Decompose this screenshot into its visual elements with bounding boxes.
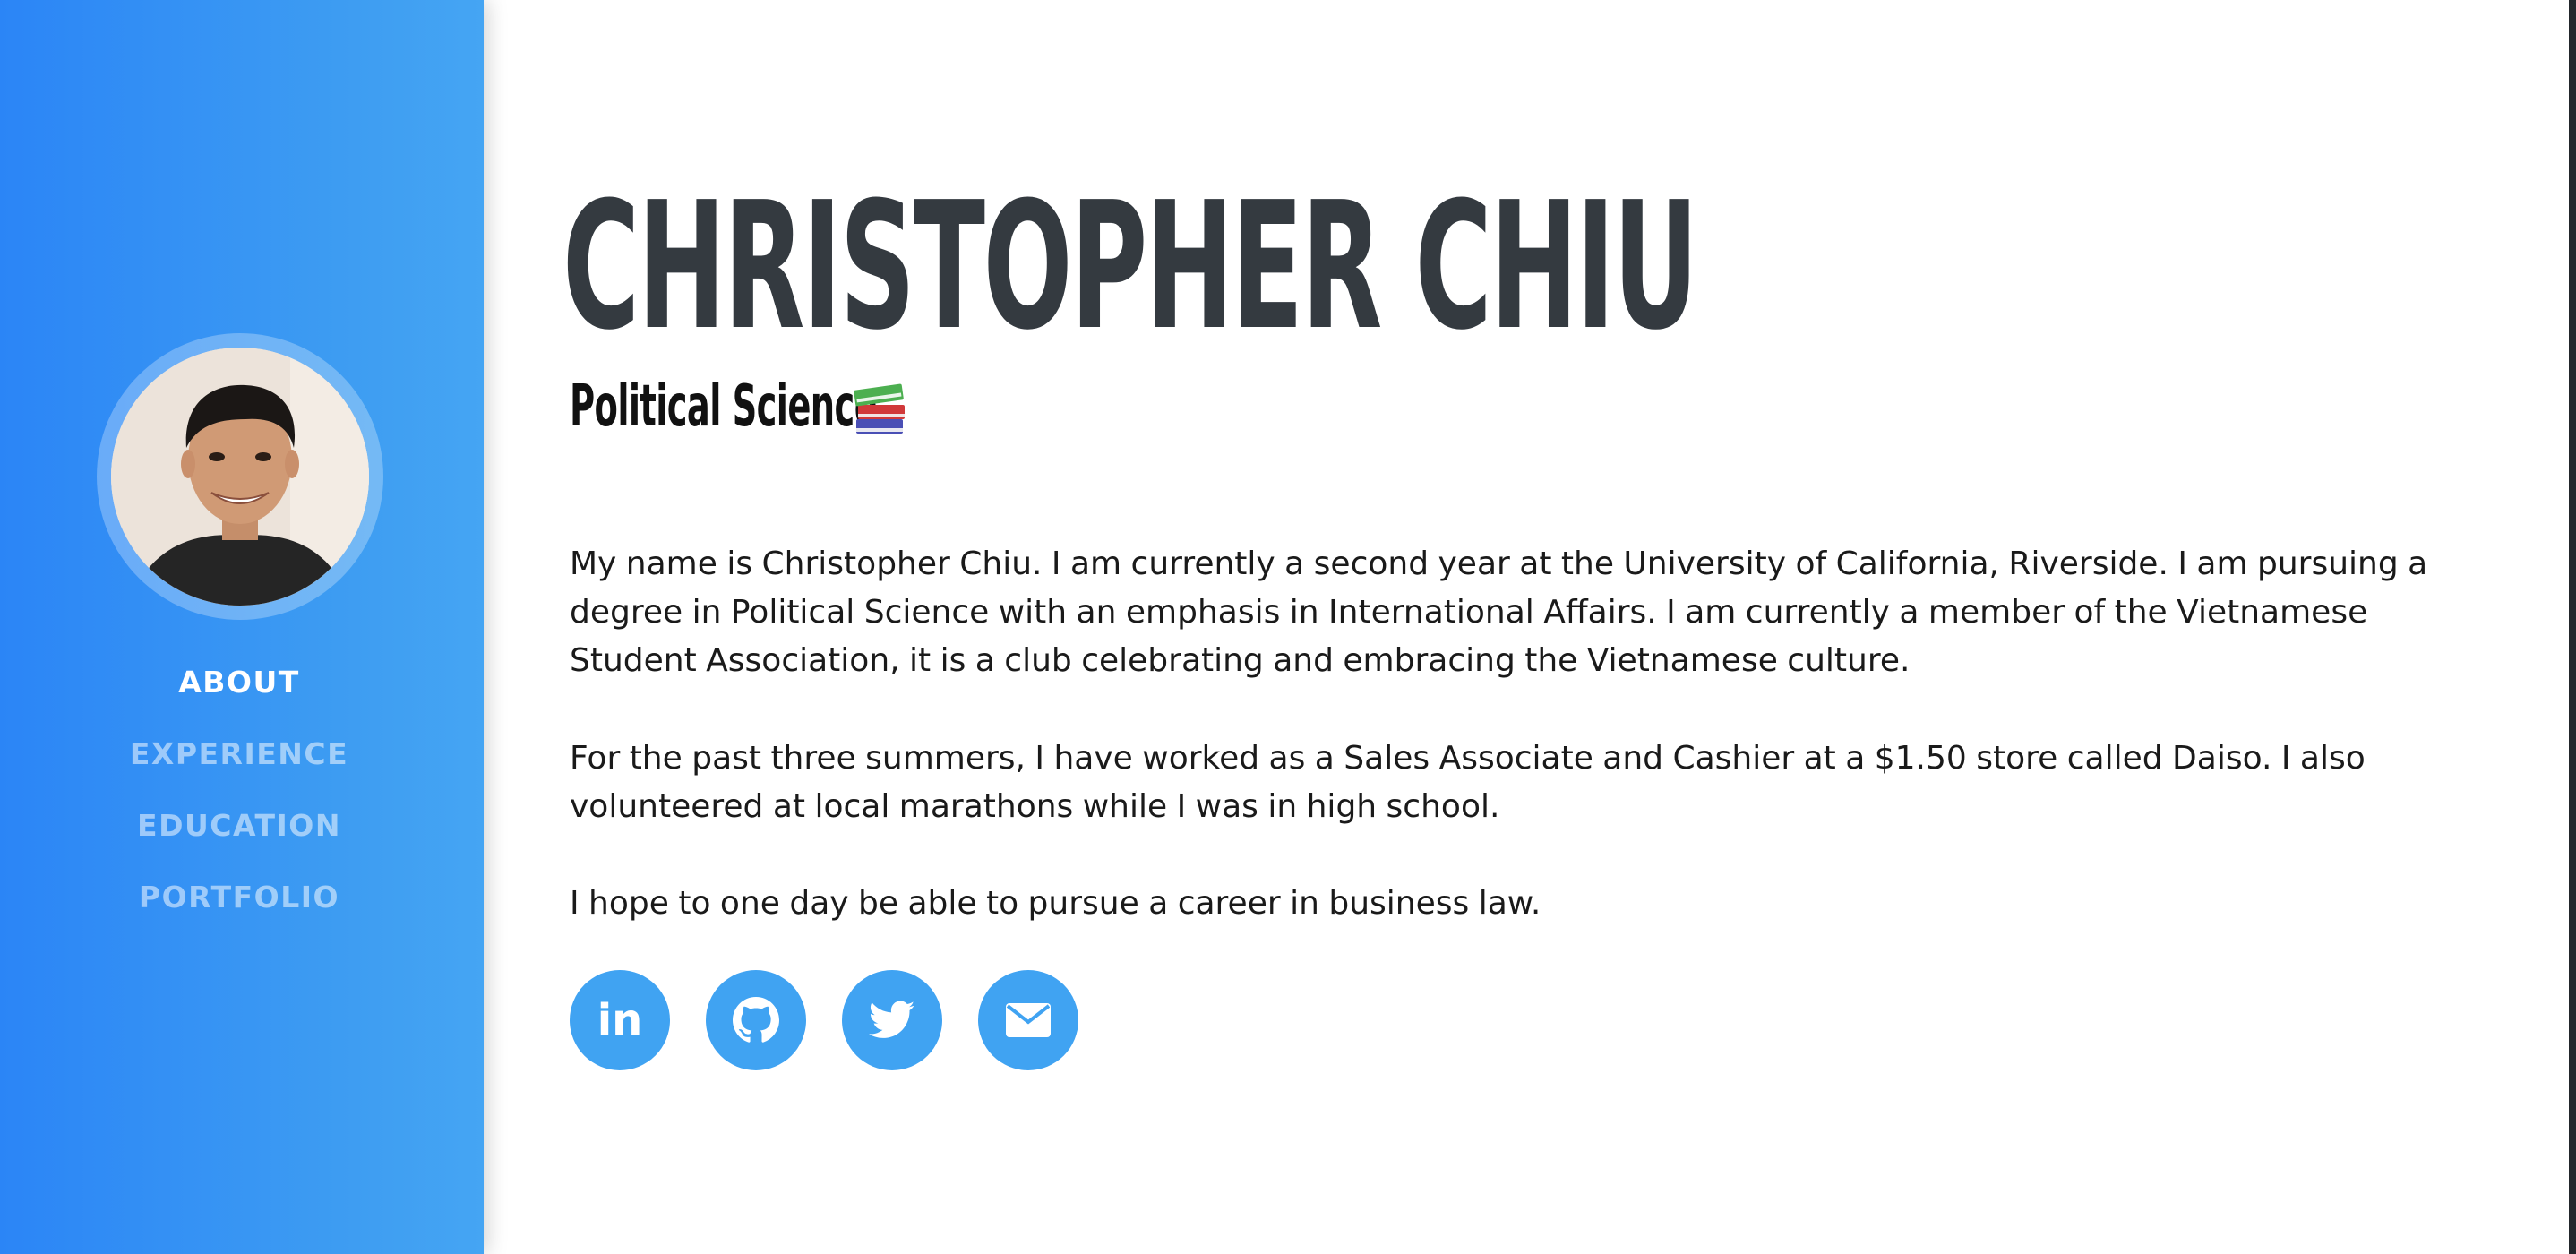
nav-item-experience[interactable]: EXPERIENCE [0,736,478,808]
github-icon [733,997,779,1043]
avatar-photo [111,348,369,606]
email-icon [1006,1003,1051,1037]
about-paragraph: For the past three summers, I have worke… [570,740,2366,825]
social-links: in [570,970,1078,1072]
nav-item-portfolio[interactable]: PORTFOLIO [0,880,478,951]
avatar-frame [97,333,383,620]
linkedin-button[interactable]: in [570,970,670,1070]
avatar [111,348,369,606]
sidebar: ABOUT EXPERIENCE EDUCATION PORTFOLIO [0,0,484,1254]
page-title: CHRISTOPHER CHIU [562,165,1698,369]
twitter-icon [869,1001,915,1038]
books-icon [854,378,908,437]
github-button[interactable] [706,970,806,1070]
about-paragraph: My name is Christopher Chiu. I am curren… [570,545,2428,679]
window-edge [2569,0,2576,1254]
about-paragraph: I hope to one day be able to pursue a ca… [570,885,1541,922]
linkedin-icon: in [597,995,643,1045]
nav-item-about[interactable]: ABOUT [0,665,478,736]
email-button[interactable] [978,970,1078,1070]
nav-item-education[interactable]: EDUCATION [0,808,478,880]
side-nav: ABOUT EXPERIENCE EDUCATION PORTFOLIO [0,665,478,951]
subtitle: Political Science [570,374,878,440]
twitter-button[interactable] [842,970,942,1070]
